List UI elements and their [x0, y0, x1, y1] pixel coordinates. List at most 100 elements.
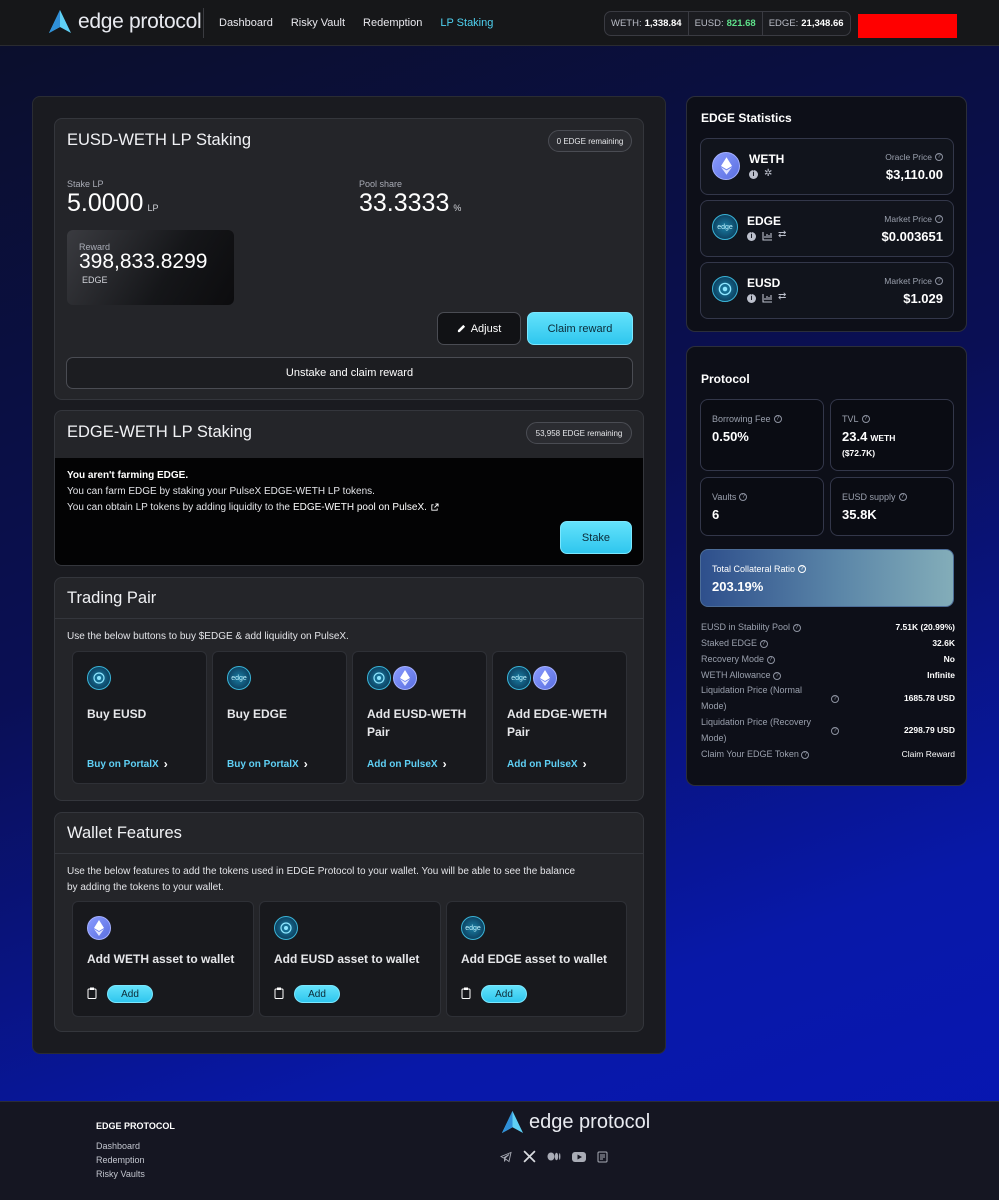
info-icon[interactable]: i: [747, 294, 756, 303]
add-on-pulsex-link[interactable]: Add on PulseX ›: [367, 757, 447, 771]
nav-link-redemption[interactable]: Redemption: [363, 17, 422, 29]
add-edge-button[interactable]: Add: [481, 985, 527, 1003]
weth-coin-icon: [87, 916, 111, 940]
remaining-badge: 0 EDGE remaining: [548, 130, 632, 152]
youtube-icon[interactable]: [572, 1151, 586, 1162]
price-edge: EDGE: 21,348.66: [768, 18, 844, 29]
pencil-icon: [457, 324, 465, 333]
wallet-connect-button[interactable]: [858, 14, 957, 38]
help-icon: ?: [831, 695, 839, 703]
price-weth: WETH: 1,338.84: [605, 12, 689, 35]
logo-text: edge protocol: [78, 10, 202, 33]
stat-row: Recovery Mode ? No: [701, 654, 955, 664]
add-on-pulsex-link[interactable]: Add on PulseX ›: [507, 757, 587, 771]
clipboard-icon[interactable]: [274, 987, 284, 999]
stat-row: Staked EDGE ? 32.6K: [701, 638, 955, 648]
footer-link-redemption[interactable]: Redemption: [96, 1155, 145, 1165]
claim-edge-row: Claim Your EDGE Token ? Claim Reward: [701, 749, 955, 759]
vaults-stat: Vaults? 6: [700, 477, 824, 536]
help-icon: ?: [801, 750, 810, 759]
claim-reward-link[interactable]: Claim Reward: [902, 749, 955, 759]
top-nav: edge protocol Dashboard Risky Vault Rede…: [0, 0, 999, 46]
telegram-icon[interactable]: [500, 1151, 512, 1163]
chart-icon[interactable]: [762, 232, 773, 241]
pool-share-label: Pool share: [359, 179, 403, 189]
gear-icon[interactable]: ✲: [764, 168, 772, 179]
chart-icon[interactable]: [762, 294, 773, 303]
token-weth: WETH i ✲ Oracle Price? $3,110.00: [700, 138, 954, 195]
adjust-button[interactable]: Adjust: [437, 312, 521, 345]
help-icon: ?: [759, 639, 768, 648]
nav-link-lp-staking[interactable]: LP Staking: [440, 17, 493, 29]
edge-weth-staking-card: EDGE-WETH LP Staking 53,958 EDGE remaini…: [54, 410, 644, 566]
add-edge-wallet-card: edge Add EDGE asset to wallet Add: [446, 901, 627, 1017]
footer-logo[interactable]: edge protocol: [501, 1110, 650, 1135]
help-icon: ?: [773, 415, 782, 423]
chevron-right-icon: ›: [163, 757, 168, 771]
footer-link-risky-vaults[interactable]: Risky Vaults: [96, 1169, 145, 1179]
medium-icon[interactable]: [547, 1152, 561, 1161]
chevron-right-icon: ›: [442, 757, 447, 771]
help-icon: ?: [831, 727, 839, 735]
nav-link-dashboard[interactable]: Dashboard: [219, 17, 273, 29]
help-icon: ?: [773, 671, 782, 680]
reward-value: 398,833.8299: [79, 250, 208, 273]
buy-eusd-card[interactable]: Buy EUSD Buy on PortalX ›: [72, 651, 207, 784]
add-eusd-wallet-card: Add EUSD asset to wallet Add: [259, 901, 441, 1017]
claim-reward-button[interactable]: Claim reward: [527, 312, 633, 345]
stake-button[interactable]: Stake: [560, 521, 632, 554]
edge-logo-icon: [501, 1111, 524, 1134]
add-eusd-button[interactable]: Add: [294, 985, 340, 1003]
edge-coin-icon: edge: [461, 916, 485, 940]
nav-link-risky-vault[interactable]: Risky Vault: [291, 17, 345, 29]
external-link-icon: [431, 503, 439, 511]
info-icon[interactable]: i: [747, 232, 756, 241]
pulsex-pool-link[interactable]: EDGE-WETH pool on PulseX.: [293, 502, 427, 513]
swap-icon[interactable]: ⇄: [778, 229, 786, 240]
edge-coin-icon: edge: [712, 214, 738, 240]
help-icon: ?: [861, 415, 870, 423]
weth-price: $3,110.00: [885, 167, 943, 182]
total-collateral-ratio: Total Collateral Ratio? 203.19%: [700, 549, 954, 607]
stake-lp-label: Stake LP: [67, 179, 104, 189]
stake-lp-value-group: 5.0000 LP: [67, 189, 159, 217]
add-edge-weth-card[interactable]: edge Add EDGE-WETH Pair Add on PulseX ›: [492, 651, 627, 784]
weth-coin-icon: [712, 152, 740, 180]
clipboard-icon[interactable]: [461, 987, 471, 999]
help-icon: ?: [935, 215, 943, 223]
help-icon: ?: [935, 277, 943, 285]
buy-on-portalx-link[interactable]: Buy on PortalX ›: [87, 757, 168, 771]
x-twitter-icon[interactable]: [523, 1150, 536, 1163]
tvl-stat: TVL? 23.4 WETH ($72.7K): [830, 399, 954, 471]
buy-on-portalx-link[interactable]: Buy on PortalX ›: [227, 757, 308, 771]
weth-coin-icon: [393, 666, 417, 690]
stat-row: EUSD in Stability Pool ? 7.51K (20.99%): [701, 622, 955, 632]
add-weth-button[interactable]: Add: [107, 985, 153, 1003]
logo[interactable]: edge protocol: [48, 9, 202, 35]
help-icon: ?: [798, 565, 807, 573]
add-weth-wallet-card: Add WETH asset to wallet Add: [72, 901, 254, 1017]
clipboard-icon[interactable]: [87, 987, 97, 999]
borrowing-fee-stat: Borrowing Fee? 0.50%: [700, 399, 824, 471]
swap-icon[interactable]: ⇄: [778, 291, 786, 302]
info-icon[interactable]: i: [749, 170, 758, 179]
pool-share-value-group: 33.3333 %: [359, 189, 462, 217]
buy-edge-card[interactable]: edge Buy EDGE Buy on PortalX ›: [212, 651, 347, 784]
edge-logo-icon: [49, 10, 71, 33]
docs-icon[interactable]: [597, 1151, 608, 1163]
token-eusd: EUSD i ⇄ Market Price? $1.029: [700, 262, 954, 319]
card-title: EUSD-WETH LP Staking: [67, 131, 251, 149]
unstake-claim-button[interactable]: Unstake and claim reward: [66, 357, 633, 389]
edge-statistics-panel: EDGE Statistics WETH i ✲ Oracle Price? $…: [686, 96, 967, 332]
footer: EDGE PROTOCOL Dashboard Redemption Risky…: [0, 1101, 999, 1200]
help-icon: ?: [739, 493, 748, 501]
add-eusd-weth-card[interactable]: Add EUSD-WETH Pair Add on PulseX ›: [352, 651, 487, 784]
price-ticker: WETH: 1,338.84 EUSD: 821.68 EDGE: 21,348.66: [604, 11, 851, 36]
main-panel: EUSD-WETH LP Staking 0 EDGE remaining St…: [32, 96, 666, 1054]
weth-coin-icon: [533, 666, 557, 690]
help-icon: ?: [935, 153, 943, 161]
footer-link-dashboard[interactable]: Dashboard: [96, 1141, 140, 1151]
eusd-coin-icon: [87, 666, 111, 690]
chevron-right-icon: ›: [303, 757, 308, 771]
edge-coin-icon: edge: [507, 666, 531, 690]
